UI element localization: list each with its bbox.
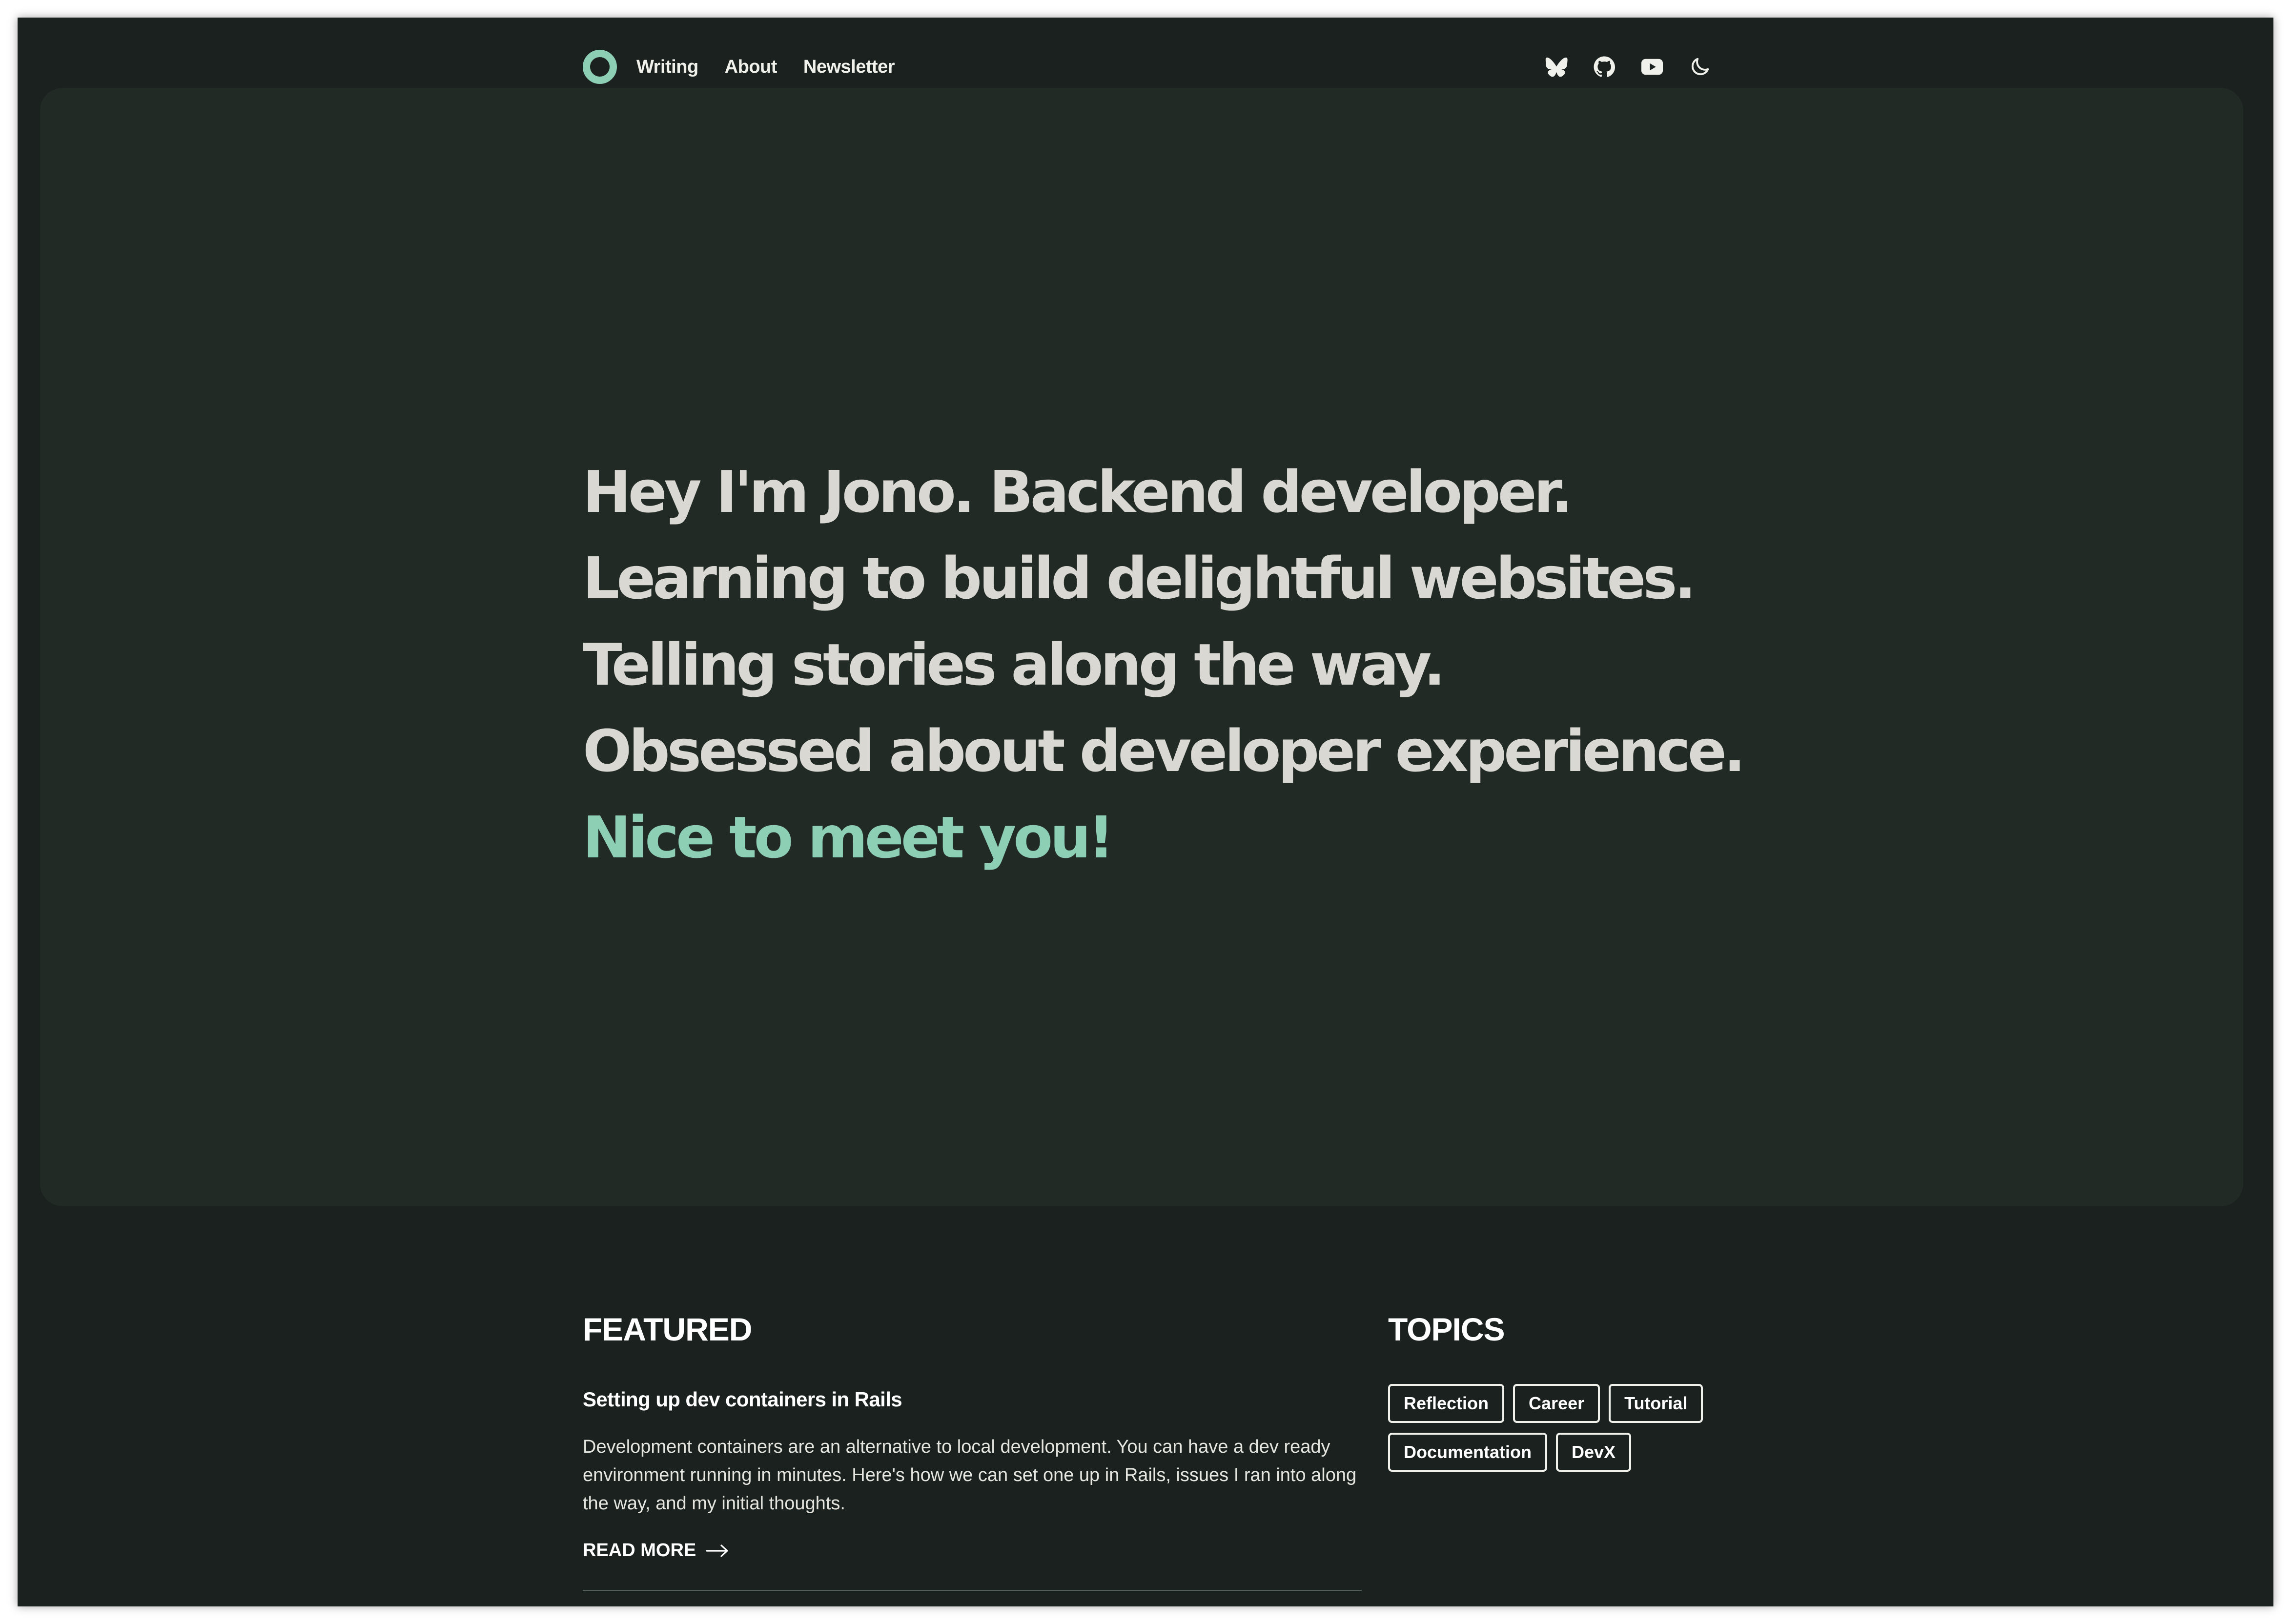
browser-window: Writing About Newsletter Hey I'm Jono. B… [18, 18, 2273, 1606]
tag-documentation[interactable]: Documentation [1388, 1433, 1548, 1472]
moon-icon[interactable] [1689, 56, 1711, 78]
read-more-link[interactable]: READ MORE [583, 1540, 729, 1561]
nav-link-writing[interactable]: Writing [636, 57, 698, 78]
featured-post-title[interactable]: Setting up dev containers in Rails [583, 1388, 902, 1411]
topics-heading: TOPICS [1388, 1311, 1505, 1347]
hero-greeting: Nice to meet you! [583, 804, 1114, 871]
top-nav: Writing About Newsletter [583, 47, 1720, 87]
featured-heading: FEATURED [583, 1311, 752, 1347]
topic-tags: Reflection Career Tutorial Documentation… [1388, 1384, 1730, 1472]
read-more-label: READ MORE [583, 1540, 696, 1561]
hero-line-4: Obsessed about developer experience. [583, 717, 1746, 785]
tag-reflection[interactable]: Reflection [1388, 1384, 1505, 1423]
logo-ring-icon[interactable] [583, 50, 617, 84]
featured-post-excerpt: Development containers are an alternativ… [583, 1437, 1357, 1514]
nav-social [1545, 56, 1711, 78]
post-divider [583, 1590, 1362, 1591]
hero-panel: Hey I'm Jono. Backend developer. Learnin… [40, 88, 2243, 1206]
hero-line-2: Learning to build delightful websites. [583, 545, 1696, 612]
hero-heading: Hey I'm Jono. Backend developer. Learnin… [583, 449, 1746, 881]
arrow-right-icon [706, 1544, 728, 1557]
tag-tutorial[interactable]: Tutorial [1609, 1384, 1703, 1423]
butterfly-icon[interactable] [1545, 56, 1568, 78]
nav-link-newsletter[interactable]: Newsletter [803, 57, 895, 78]
nav-link-about[interactable]: About [725, 57, 777, 78]
tag-career[interactable]: Career [1513, 1384, 1600, 1423]
hero-line-1: Hey I'm Jono. Backend developer. [583, 458, 1573, 526]
nav-left: Writing About Newsletter [583, 50, 921, 84]
hero-line-3: Telling stories along the way. [583, 631, 1446, 698]
tag-devx[interactable]: DevX [1556, 1433, 1632, 1472]
youtube-icon[interactable] [1641, 56, 1663, 78]
github-icon[interactable] [1593, 56, 1616, 78]
